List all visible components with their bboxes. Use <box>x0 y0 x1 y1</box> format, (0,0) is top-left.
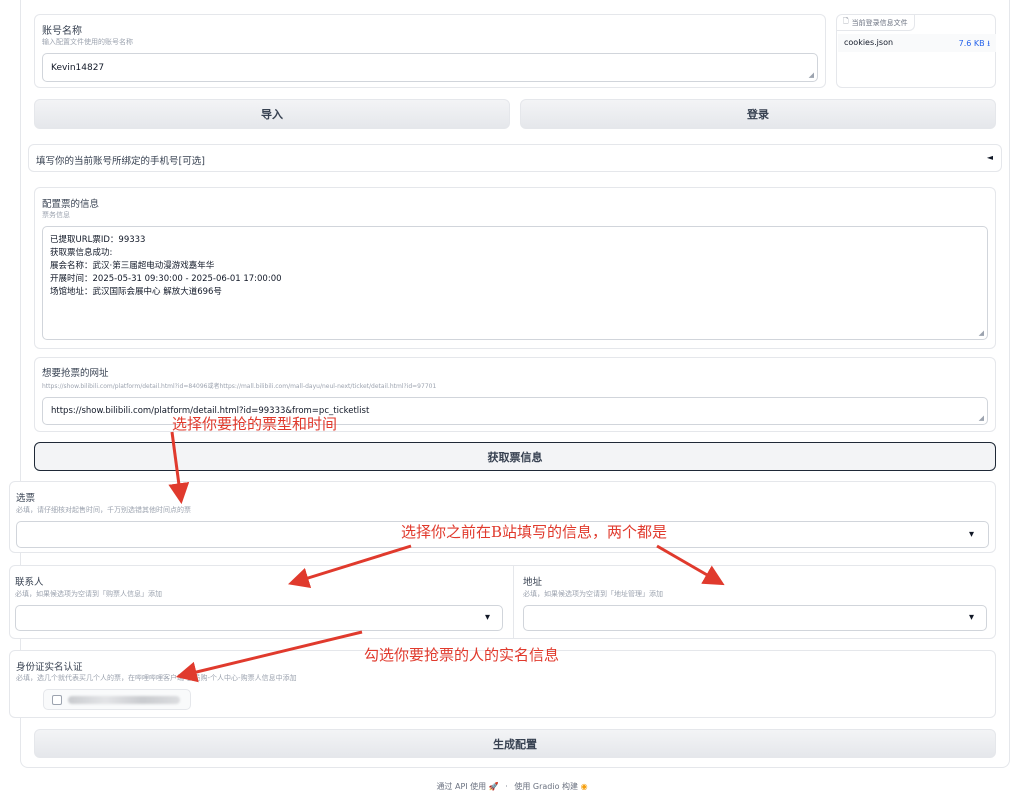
dropdown-arrow-icon[interactable]: ▾ <box>969 529 974 540</box>
file-name: cookies.json <box>844 38 894 47</box>
footer-separator: · <box>505 782 508 791</box>
gradio-logo-icon: ◉ <box>580 782 588 791</box>
resize-handle-icon[interactable]: ◢ <box>979 414 984 422</box>
ticket-select-info: 必填，请仔细核对起售时间，千万别选错其他时间点的票 <box>16 506 191 514</box>
redacted-name <box>68 696 180 704</box>
generate-config-button[interactable]: 生成配置 <box>34 729 996 758</box>
fetch-ticket-button[interactable]: 获取票信息 <box>34 442 996 471</box>
login-button[interactable]: 登录 <box>520 99 996 129</box>
id-verify-label: 身份证实名认证 <box>16 662 83 673</box>
ticket-info-line: 获取票信息成功: <box>50 248 113 258</box>
phone-accordion-label: 填写你的当前账号所绑定的手机号[可选] <box>36 156 205 167</box>
account-value: Kevin14827 <box>51 63 105 73</box>
file-icon: 🗋 <box>843 17 849 25</box>
address-label: 地址 <box>523 577 543 588</box>
account-block: 账号名称 输入配置文件使用的账号名称 Kevin14827 ◢ <box>34 14 826 88</box>
id-verify-info: 必填，选几个就代表买几个人的票，在哔哩哔哩客户端-会员购-个人中心-购票人信息中… <box>16 674 297 682</box>
login-file-tag: 🗋 当前登录信息文件 <box>837 15 915 31</box>
ticket-info-line: 开展时间：2025-05-31 09:30:00 - 2025-06-01 17… <box>50 274 282 284</box>
ticket-info-line: 展会名称：武汉·第三届超电动漫游戏嘉年华 <box>50 261 215 271</box>
ticket-info-line: 场馆地址：武汉国际会展中心 解放大道696号 <box>50 287 222 297</box>
accordion-toggle-icon[interactable]: ◄ <box>987 153 993 162</box>
ticket-info-line: 已提取URL票ID：99333 <box>50 235 146 245</box>
rocket-icon: 🚀 <box>488 782 499 791</box>
row-divider <box>513 565 514 639</box>
import-button[interactable]: 导入 <box>34 99 510 129</box>
annotation-contact-address: 选择你之前在B站填写的信息，两个都是 <box>401 523 668 541</box>
dropdown-arrow-icon[interactable]: ▾ <box>485 612 490 623</box>
account-input[interactable]: Kevin14827 ◢ <box>42 53 818 82</box>
account-label: 账号名称 <box>42 26 82 37</box>
footer-gradio-link[interactable]: 使用 Gradio 构建 <box>514 782 578 791</box>
dropdown-arrow-icon[interactable]: ▾ <box>969 612 974 623</box>
resize-handle-icon[interactable]: ◢ <box>979 329 984 337</box>
account-info: 输入配置文件使用的账号名称 <box>42 38 133 46</box>
address-info: 必填，如果候选项为空请到「地址管理」添加 <box>523 590 663 598</box>
ticket-info-label: 配置票的信息 <box>42 199 100 210</box>
id-checkbox-option[interactable] <box>43 689 191 710</box>
url-info: https://show.bilibili.com/platform/detai… <box>42 383 437 390</box>
resize-handle-icon[interactable]: ◢ <box>809 71 814 79</box>
address-dropdown[interactable]: ▾ <box>523 605 987 631</box>
ticket-select-label: 选票 <box>16 493 36 504</box>
ticket-select-block: 选票 必填，请仔细核对起售时间，千万别选错其他时间点的票 ▾ <box>9 481 996 553</box>
file-size-download[interactable]: 7.6 KB ⭳ <box>959 38 990 52</box>
ticket-info-info: 票务信息 <box>42 211 70 219</box>
annotation-ticket-type: 选择你要抢的票型和时间 <box>172 415 338 433</box>
contact-info: 必填，如果候选项为空请到「购票人信息」添加 <box>15 590 162 598</box>
phone-accordion[interactable]: 填写你的当前账号所绑定的手机号[可选] ◄ <box>28 144 1002 172</box>
login-file-label: 当前登录信息文件 <box>851 18 908 27</box>
url-label: 想要抢票的网址 <box>42 368 109 379</box>
checkbox[interactable] <box>52 695 62 705</box>
ticket-info-text: 已提取URL票ID：99333 获取票信息成功: 展会名称：武汉·第三届超电动漫… <box>50 234 282 299</box>
footer: 通过 API 使用 🚀 · 使用 Gradio 构建 ◉ <box>0 781 1024 792</box>
file-row[interactable]: cookies.json 7.6 KB ⭳ <box>838 34 996 52</box>
footer-api-link[interactable]: 通过 API 使用 <box>436 782 486 791</box>
contact-dropdown[interactable]: ▾ <box>15 605 503 631</box>
annotation-id-verify: 勾选你要抢票的人的实名信息 <box>364 646 560 664</box>
contact-label: 联系人 <box>15 577 44 588</box>
